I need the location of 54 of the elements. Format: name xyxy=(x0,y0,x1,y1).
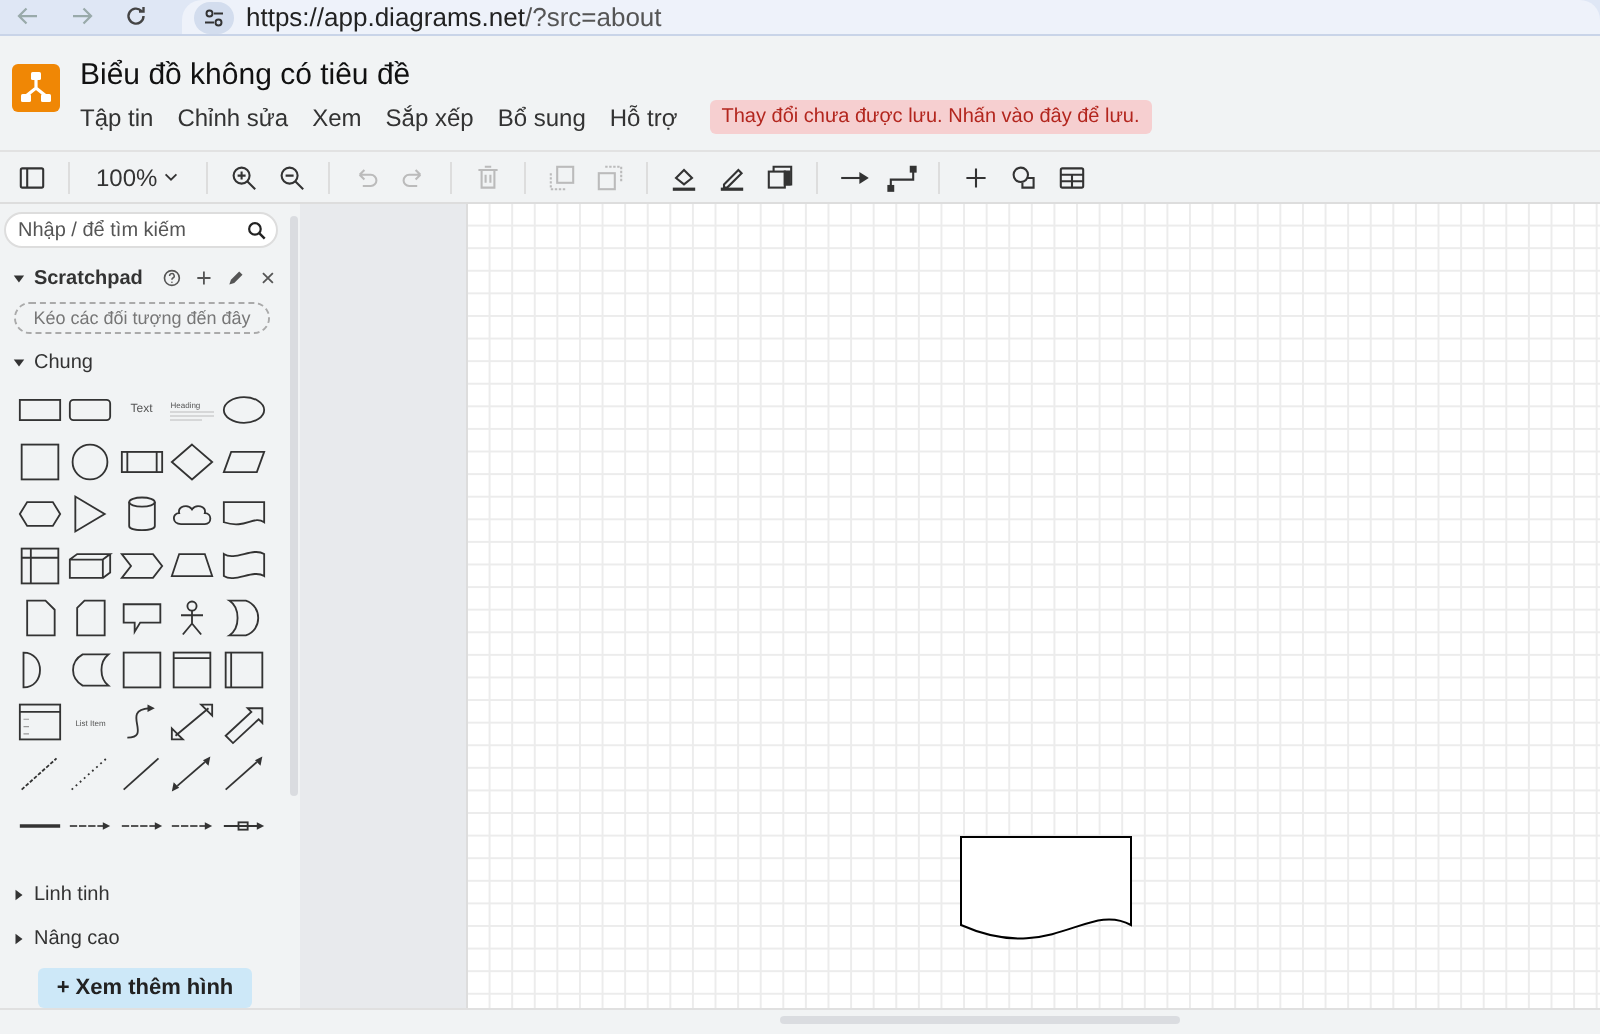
reload-icon[interactable] xyxy=(124,4,148,28)
app-logo-icon xyxy=(12,64,60,112)
data-storage-icon[interactable] xyxy=(68,650,113,691)
menu-item[interactable]: Bổ sung xyxy=(497,103,586,131)
search-icon[interactable] xyxy=(246,219,268,242)
section-title[interactable]: Nâng cao xyxy=(34,928,120,951)
caret-icon xyxy=(161,168,180,186)
scratchpad-title[interactable]: Scratchpad xyxy=(33,267,143,290)
square-icon[interactable] xyxy=(17,442,62,483)
close-icon[interactable] xyxy=(258,268,279,289)
address-bar[interactable]: https://app.diagrams.net/?src=about xyxy=(182,0,1600,34)
scratchpad-drop-area[interactable]: Kéo các đối tượng đến đây xyxy=(14,301,270,334)
arrow-icon[interactable] xyxy=(221,754,266,795)
shadow-icon[interactable] xyxy=(763,161,796,193)
expand-triangle-icon[interactable] xyxy=(12,271,26,286)
bidirectional-arrow-icon[interactable] xyxy=(170,754,215,795)
zoom-dropdown[interactable]: 100% xyxy=(90,163,186,191)
list-icon[interactable] xyxy=(17,702,62,743)
menu-item[interactable]: Tập tin xyxy=(80,103,154,131)
line-icon[interactable] xyxy=(119,754,164,795)
menu-item[interactable]: Chỉnh sửa xyxy=(177,103,289,131)
expand-triangle-icon[interactable] xyxy=(12,356,26,371)
section-title[interactable]: Linh tinh xyxy=(34,884,110,907)
block-arrow-icon[interactable] xyxy=(221,702,266,743)
diamond-icon[interactable] xyxy=(170,442,215,483)
square-icon[interactable] xyxy=(119,650,164,691)
diagram-title[interactable]: Biểu đồ không có tiêu đề xyxy=(80,58,1152,94)
help-icon[interactable] xyxy=(162,268,183,289)
menu-item[interactable]: Sắp xếp xyxy=(385,103,474,131)
menu-item[interactable]: Xem xyxy=(312,103,362,131)
shapes-icon[interactable] xyxy=(1007,161,1040,193)
pencil-icon[interactable] xyxy=(226,268,247,289)
double-arrow-icon[interactable] xyxy=(170,702,215,743)
table-icon[interactable] xyxy=(1055,161,1088,193)
dashed-line-icon[interactable] xyxy=(17,754,62,795)
expand-triangle-icon[interactable] xyxy=(12,932,26,947)
internal-storage-icon[interactable] xyxy=(17,546,62,587)
zoom-out-icon[interactable] xyxy=(275,161,308,193)
container-icon[interactable] xyxy=(170,650,215,691)
more-shapes-button[interactable]: + Xem thêm hình xyxy=(38,968,252,1008)
zoom-in-icon[interactable] xyxy=(227,161,260,193)
swimlane-icon[interactable] xyxy=(221,650,266,691)
search-field[interactable]: Nhập / để tìm kiếm xyxy=(4,212,278,249)
unsaved-changes-notice[interactable]: Thay đổi chưa được lưu. Nhấn vào đây để lưu. xyxy=(709,100,1152,134)
panel-icon[interactable] xyxy=(16,161,48,193)
section-title[interactable]: Chung xyxy=(34,352,93,375)
elbow-connector-icon[interactable] xyxy=(885,161,918,193)
plus-icon[interactable] xyxy=(194,268,215,289)
callout-icon[interactable] xyxy=(119,598,164,639)
url-text: https://app.diagrams.net/?src=about xyxy=(246,2,662,32)
menu-item[interactable]: Hỗ trợ xyxy=(609,103,678,131)
circle-icon[interactable] xyxy=(68,442,113,483)
expand-triangle-icon[interactable] xyxy=(12,888,26,903)
site-settings-icon[interactable] xyxy=(194,1,234,33)
